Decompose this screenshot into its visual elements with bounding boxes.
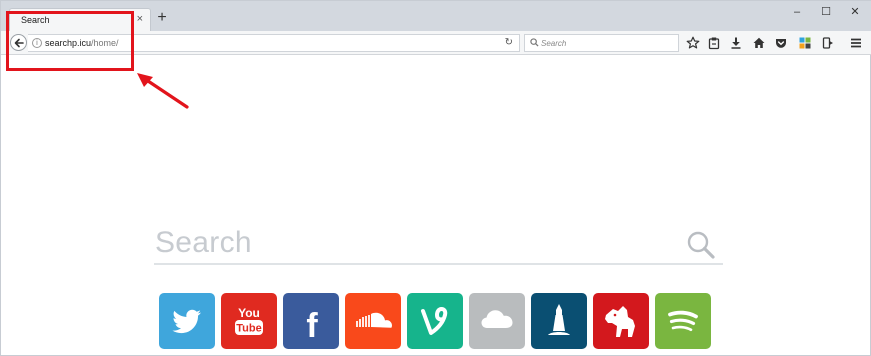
page-search-icon[interactable] (685, 229, 717, 261)
spotify-icon (655, 293, 711, 349)
facebook-f: f (306, 307, 318, 345)
zynga-tile[interactable] (593, 293, 649, 349)
cloud-tile[interactable] (469, 293, 525, 349)
dog-icon (593, 293, 649, 349)
search-underline (154, 263, 723, 265)
maximize-button[interactable]: ☐ (812, 5, 840, 19)
minimize-button[interactable]: – (783, 5, 811, 19)
clipboard-icon[interactable] (707, 36, 721, 50)
extension-icon[interactable] (798, 36, 812, 50)
reload-icon[interactable]: ↻ (505, 37, 513, 48)
vine-tile[interactable] (407, 293, 463, 349)
tab-close-icon[interactable]: × (137, 13, 143, 25)
vine-icon (407, 293, 463, 349)
sync-icon[interactable] (821, 36, 835, 50)
facebook-tile[interactable]: f (283, 293, 339, 349)
spotify-tile[interactable] (655, 293, 711, 349)
download-icon[interactable] (729, 36, 743, 50)
home-icon[interactable] (752, 36, 766, 50)
close-window-button[interactable]: ✕ (841, 5, 869, 19)
youtube-you: You (238, 306, 260, 320)
youtube-icon: You Tube (221, 293, 277, 349)
new-tab-button[interactable]: + (154, 10, 170, 26)
menu-icon[interactable] (849, 36, 863, 50)
twitter-tile[interactable] (159, 293, 215, 349)
browser-window: Search × + – ☐ ✕ i searchp.icu/home/ ↻ S… (0, 0, 871, 356)
lighthouse-icon (531, 293, 587, 349)
pocket-icon[interactable] (774, 36, 788, 50)
highlight-box (6, 11, 134, 71)
browser-search-input[interactable] (541, 36, 671, 50)
twitter-icon (159, 293, 215, 349)
soundcloud-tile[interactable] (345, 293, 401, 349)
facebook-icon: f (283, 293, 339, 349)
red-arrow-icon (137, 73, 189, 109)
lighthouse-tile[interactable] (531, 293, 587, 349)
youtube-tube: Tube (236, 323, 261, 335)
star-icon[interactable] (686, 36, 700, 50)
browser-search-bar[interactable] (524, 34, 679, 52)
youtube-tile[interactable]: You Tube (221, 293, 277, 349)
page-search-input[interactable]: Search (155, 226, 252, 260)
search-icon (530, 38, 539, 47)
soundcloud-icon (345, 293, 401, 349)
cloud-icon (469, 293, 525, 349)
